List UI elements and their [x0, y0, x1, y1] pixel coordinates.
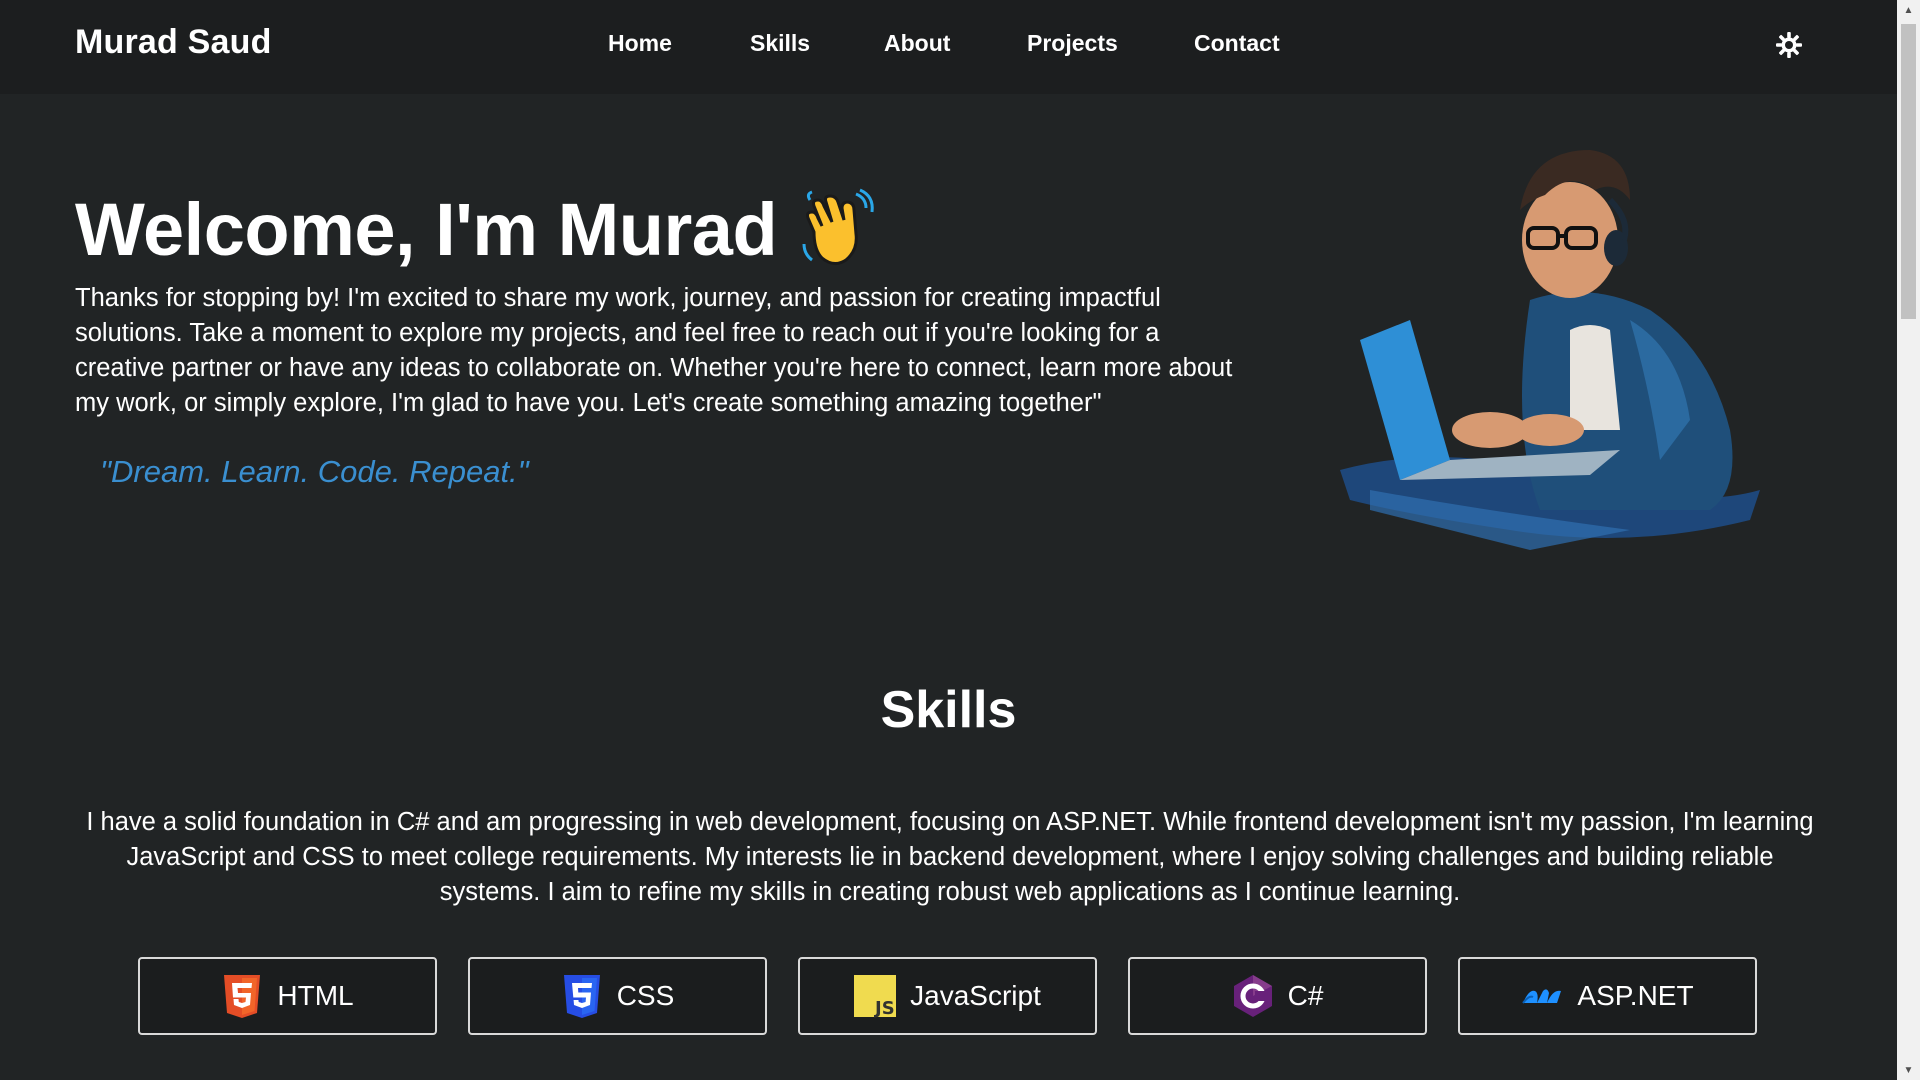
aspnet-icon [1522, 989, 1562, 1004]
skill-label-html: HTML [277, 980, 354, 1011]
brand-logo[interactable]: Murad Saud [75, 23, 272, 62]
theme-toggle-button[interactable] [1775, 31, 1803, 59]
nav-link-home[interactable]: Home [608, 30, 672, 57]
nav-link-skills[interactable]: Skills [750, 30, 810, 57]
html5-icon [224, 975, 261, 1018]
hero-intro-text: Thanks for stopping by! I'm excited to s… [75, 284, 1233, 417]
nav-link-contact[interactable]: Contact [1194, 30, 1280, 57]
javascript-icon: JS [854, 975, 897, 1019]
nav-link-projects[interactable]: Projects [1027, 30, 1118, 57]
skills-description: I have a solid foundation in C# and am p… [86, 808, 1814, 906]
waving-hand-icon [802, 188, 874, 265]
skill-label-csharp: C# [1287, 980, 1324, 1011]
hero-title: Welcome, I'm Murad [75, 188, 778, 271]
csharp-icon [1233, 975, 1272, 1017]
skill-label-aspnet: ASP.NET [1577, 980, 1694, 1011]
skill-card-aspnet[interactable]: ASP.NET [1458, 957, 1757, 1035]
skill-card-javascript[interactable]: JS JavaScript [798, 957, 1097, 1035]
skill-label-css: CSS [616, 980, 675, 1011]
skill-label-javascript: JavaScript [910, 980, 1041, 1011]
skills-heading: Skills [880, 681, 1017, 739]
skill-card-css[interactable]: CSS [468, 957, 767, 1035]
sun-gear-icon [1776, 32, 1802, 58]
skill-card-html[interactable]: HTML [138, 957, 437, 1035]
svg-text:JS: JS [873, 998, 895, 1019]
scroll-down-arrow-icon[interactable]: ▼ [1897, 1060, 1920, 1080]
navbar: Murad Saud Home Skills About Projects Co… [0, 0, 1897, 94]
scrollbar-thumb[interactable] [1901, 24, 1916, 319]
hero-tagline: "Dream. Learn. Code. Repeat." [100, 454, 529, 489]
skill-card-csharp[interactable]: C# [1128, 957, 1427, 1035]
nav-link-about[interactable]: About [884, 30, 950, 57]
scroll-up-arrow-icon[interactable]: ▲ [1897, 0, 1920, 20]
page-scrollbar[interactable]: ▲ ▼ [1897, 0, 1920, 1080]
css3-icon [563, 975, 600, 1018]
developer-with-laptop-illustration [1340, 150, 1760, 550]
